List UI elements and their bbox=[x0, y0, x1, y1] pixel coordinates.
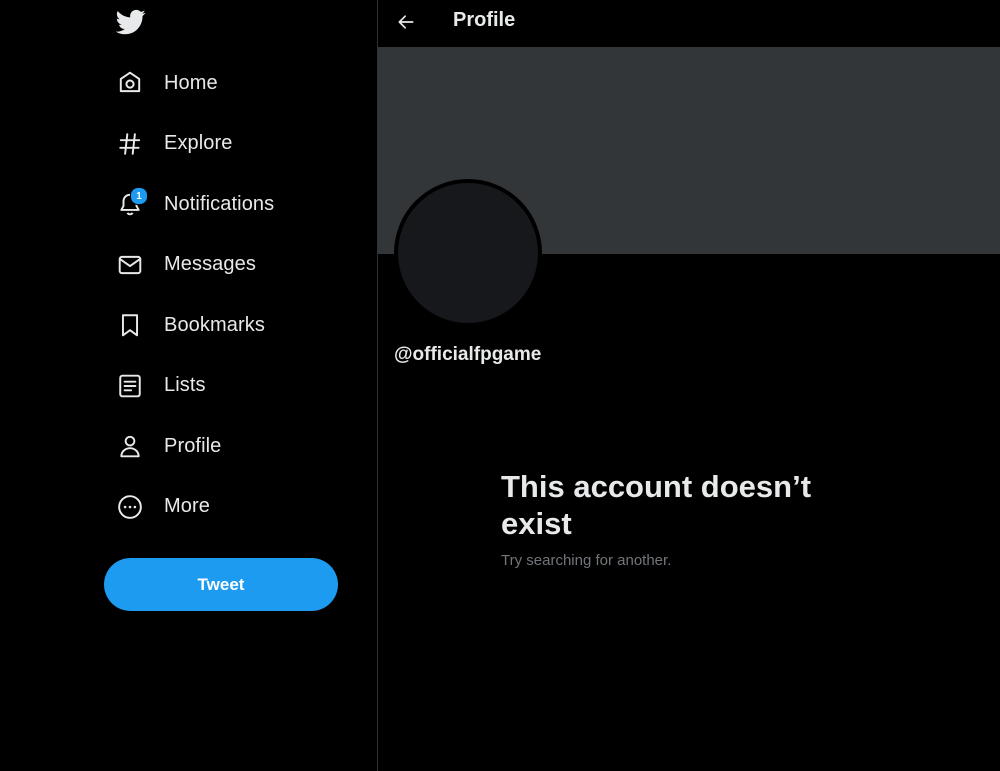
twitter-logo-icon[interactable] bbox=[113, 6, 149, 38]
avatar bbox=[394, 179, 542, 327]
page-title: Profile bbox=[453, 9, 516, 31]
profile-handle: @officialfpgame bbox=[394, 344, 542, 365]
sidebar-item-profile[interactable]: Profile bbox=[113, 416, 353, 477]
sidebar-item-label: Bookmarks bbox=[164, 313, 265, 336]
empty-state-subtitle: Try searching for another. bbox=[501, 552, 672, 569]
hashtag-icon bbox=[113, 127, 147, 161]
profile-column: Profile @officialfpgame This account doe… bbox=[378, 0, 1000, 771]
sidebar-item-label: Notifications bbox=[164, 192, 275, 215]
bookmark-icon bbox=[113, 308, 147, 342]
sidebar-item-home[interactable]: Home bbox=[113, 53, 353, 114]
sidebar-item-label: Lists bbox=[164, 374, 206, 397]
bell-icon: 1 bbox=[113, 187, 148, 221]
sidebar-item-bookmarks[interactable]: Bookmarks bbox=[113, 295, 353, 356]
sidebar-item-label: Home bbox=[164, 71, 218, 94]
sidebar-item-notifications[interactable]: 1 Notifications bbox=[113, 174, 353, 235]
more-circle-icon bbox=[113, 490, 147, 524]
sidebar-item-label: More bbox=[164, 495, 210, 518]
sidebar-nav: Home Explore 1 Notifications Messages Bo… bbox=[113, 53, 353, 537]
sidebar-item-label: Profile bbox=[164, 434, 222, 457]
sidebar-item-label: Messages bbox=[164, 253, 256, 276]
back-button[interactable] bbox=[392, 8, 420, 36]
envelope-icon bbox=[113, 248, 147, 282]
home-icon bbox=[113, 66, 147, 100]
sidebar-item-label: Explore bbox=[164, 132, 233, 155]
back-arrow-icon bbox=[398, 15, 414, 29]
sidebar-item-explore[interactable]: Explore bbox=[113, 114, 353, 175]
person-icon bbox=[113, 429, 147, 463]
app-window: Home Explore 1 Notifications Messages Bo… bbox=[0, 0, 1000, 771]
profile-header: Profile bbox=[378, 0, 1000, 47]
sidebar-item-messages[interactable]: Messages bbox=[113, 235, 353, 296]
notification-badge: 1 bbox=[130, 187, 148, 206]
empty-state-title: This account doesn’t exist bbox=[501, 469, 812, 541]
tweet-button[interactable]: Tweet bbox=[104, 558, 338, 611]
sidebar-item-lists[interactable]: Lists bbox=[113, 356, 353, 417]
list-icon bbox=[113, 369, 147, 403]
sidebar: Home Explore 1 Notifications Messages Bo… bbox=[0, 0, 377, 771]
sidebar-item-more[interactable]: More bbox=[113, 477, 353, 538]
